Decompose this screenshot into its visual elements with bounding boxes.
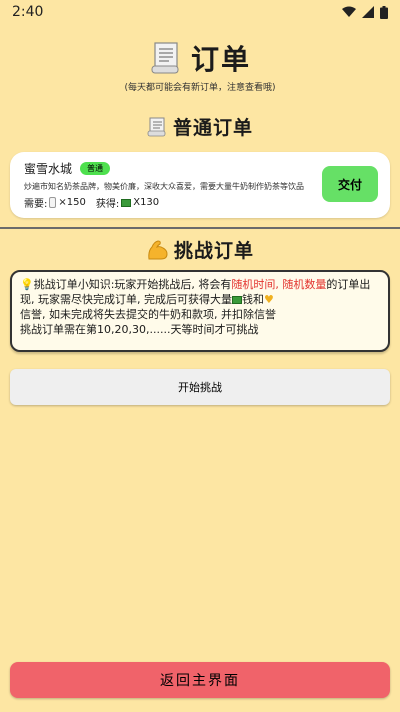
tip-text: 挑战订单需在第10,20,30,......天等时间才可挑战 xyxy=(20,323,259,336)
divider xyxy=(0,227,400,229)
battery-icon xyxy=(380,5,388,19)
normal-orders-heading: 普通订单 xyxy=(0,113,400,140)
receipt-icon xyxy=(147,117,166,136)
cash-icon xyxy=(232,296,242,304)
order-card: 蜜雪水城 普通 炒遍市知名奶茶品牌，物美价廉，深收大众喜爱，需要大量牛奶制作奶茶… xyxy=(10,152,390,218)
challenge-orders-title: 挑战订单 xyxy=(173,240,254,262)
tip-highlight: 随机时间, 随机数量 xyxy=(231,278,327,291)
tip-text: 挑战订单小知识:玩家开始挑战后, 将会有 xyxy=(33,278,232,291)
order-type-badge: 普通 xyxy=(80,162,111,175)
back-to-main-button[interactable]: 返回主界面 xyxy=(10,662,390,698)
milk-icon xyxy=(49,197,57,208)
page-title: 订单 xyxy=(190,43,251,76)
order-name: 蜜雪水城 xyxy=(24,162,73,176)
receipt-icon xyxy=(151,42,179,74)
submit-order-button[interactable]: 交付 xyxy=(322,166,378,202)
order-description: 炒遍市知名奶茶品牌，物美价廉，深收大众喜爱，需要大量牛奶制作奶茶等饮品 xyxy=(24,182,304,191)
heart-icon: ♥ xyxy=(264,293,274,306)
status-time: 2:40 xyxy=(12,4,44,20)
normal-orders-title: 普通订单 xyxy=(172,117,253,139)
page-header: 订单 xyxy=(0,38,400,78)
need-label: 需要: xyxy=(24,199,48,210)
status-icons xyxy=(342,5,388,19)
tip-text: 信誉, 如未完成将失去提交的牛奶和款项, 并扣除信誉 xyxy=(20,308,276,321)
signal-icon xyxy=(362,6,374,18)
lightbulb-icon: 💡 xyxy=(20,278,34,291)
challenge-orders-heading: 挑战订单 xyxy=(0,236,400,263)
tip-text: 钱和 xyxy=(242,293,264,306)
challenge-tips: 💡挑战订单小知识:玩家开始挑战后, 将会有随机时间, 随机数量的订单出现, 玩家… xyxy=(10,270,390,352)
wifi-icon xyxy=(342,6,356,17)
reward-label: 获得: xyxy=(95,199,120,210)
page-subtitle: (每天都可能会有新订单，注意查看哦) xyxy=(124,83,276,93)
status-bar: 2:40 xyxy=(0,0,400,24)
reward-quantity: X130 xyxy=(133,197,160,208)
need-quantity: ×150 xyxy=(58,197,86,208)
cash-icon xyxy=(121,198,132,207)
start-challenge-button[interactable]: 开始挑战 xyxy=(10,369,390,405)
flexed-biceps-icon xyxy=(148,239,168,259)
